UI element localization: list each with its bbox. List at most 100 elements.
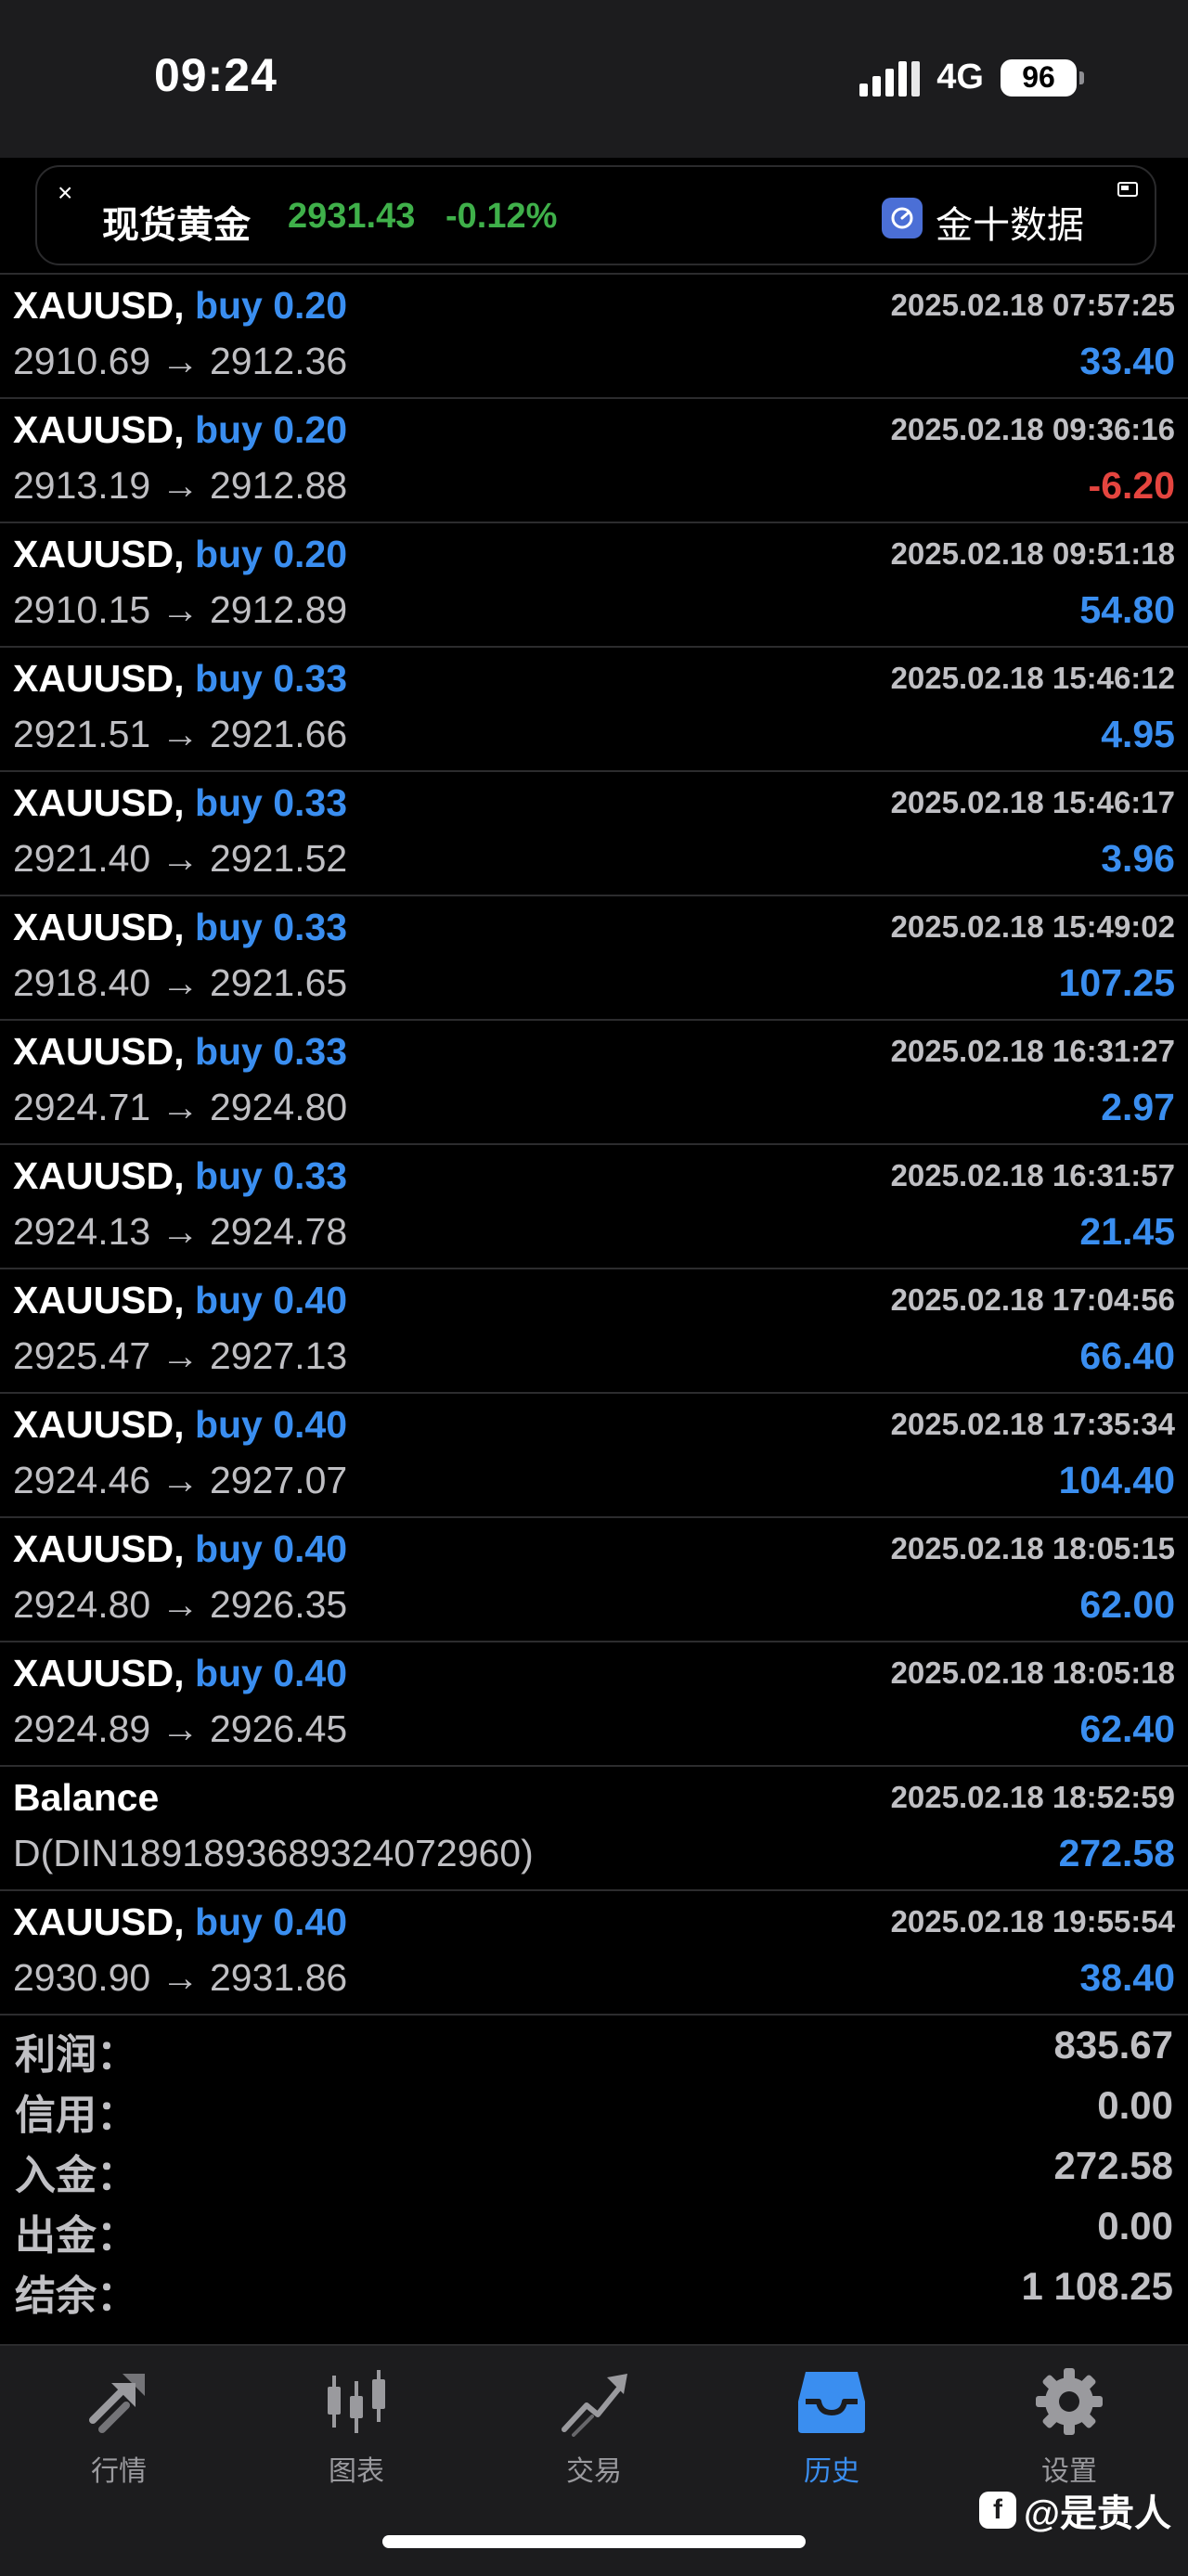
deal-profit: 4.95 [1101,713,1175,755]
deal-symbol: XAUUSD, [13,1154,185,1197]
deal-row[interactable]: Balance 2025.02.18 18:52:59 D(DIN189189368… [0,1767,1188,1891]
deal-side-volume: buy 0.33 [194,657,348,700]
summary-label: 信用： [15,2093,137,2138]
deal-side-volume: buy 0.33 [194,1154,348,1197]
summary-value: 272.58 [1053,2144,1173,2187]
summary-value: 835.67 [1053,2023,1173,2067]
deal-profit: 272.58 [1058,1832,1175,1874]
deal-symbol: XAUUSD, [13,533,185,575]
status-bar: 09:24 4G 96 [0,0,1188,158]
deal-symbol: XAUUSD, [13,1900,185,1943]
deal-side-volume: buy 0.40 [194,1279,348,1321]
account-summary: 利润： 835.67 信用： 0.00 入金： 272.58 出金： 0.00 结余： 1 108… [0,2016,1188,2319]
tab-chart[interactable]: 图表 [282,2363,431,2492]
deal-header: XAUUSD, buy 0.33 [13,1030,347,1074]
deal-row[interactable]: XAUUSD, buy 0.20 2025.02.18 09:51:18 2910.… [0,523,1188,648]
deal-row[interactable]: XAUUSD, buy 0.33 2025.02.18 16:31:57 2924.… [0,1145,1188,1269]
summary-value: 0.00 [1097,2083,1173,2127]
deal-row[interactable]: XAUUSD, buy 0.40 2025.02.18 17:35:34 2924.… [0,1394,1188,1518]
deal-profit: 33.40 [1079,340,1175,382]
deal-prices: 2918.40 → 2921.65 [13,961,348,1004]
deal-row[interactable]: XAUUSD, buy 0.33 2025.02.18 15:46:12 2921.… [0,648,1188,772]
deal-profit: -6.20 [1088,464,1175,507]
summary-label: 结余： [15,2273,137,2319]
deal-symbol: XAUUSD, [13,1030,185,1073]
deal-prices: 2925.47 → 2927.13 [13,1334,348,1377]
deal-row[interactable]: XAUUSD, buy 0.20 2025.02.18 07:57:25 2910.… [0,273,1188,399]
deal-profit: 21.45 [1079,1210,1175,1253]
history-inbox-icon [798,2372,865,2433]
close-icon[interactable]: × [58,180,72,206]
tab-label: 图表 [329,2456,384,2487]
tab-quotes[interactable]: 行情 [45,2363,193,2492]
summary-value: 1 108.25 [1021,2264,1174,2308]
deal-row[interactable]: XAUUSD, buy 0.20 2025.02.18 09:36:16 2913.… [0,399,1188,523]
deal-row[interactable]: XAUUSD, buy 0.40 2025.02.18 17:04:56 2925.… [0,1269,1188,1394]
gold-ticker-banner[interactable]: × 现货黄金 2931.43 -0.12% 金十数据 [35,165,1156,265]
deal-symbol: XAUUSD, [13,1652,185,1694]
deal-time: 2025.02.18 07:57:25 [890,288,1175,322]
deal-side-volume: buy 0.33 [194,906,348,948]
tab-settings[interactable]: 设置 [995,2363,1143,2492]
deal-prices: 2924.80 → 2926.35 [13,1583,348,1626]
deal-profit: 2.97 [1101,1086,1175,1128]
jin10-logo-icon [882,198,923,238]
deal-header: XAUUSD, buy 0.40 [13,1527,347,1571]
expand-icon[interactable] [1117,182,1138,197]
home-indicator[interactable] [382,2535,806,2548]
deal-side-volume: buy 0.40 [194,1403,348,1446]
deal-row[interactable]: XAUUSD, buy 0.40 2025.02.18 18:05:15 2924.… [0,1518,1188,1642]
deal-profit: 66.40 [1079,1334,1175,1377]
status-time: 09:24 [154,49,278,101]
deal-side-volume: buy 0.33 [194,1030,348,1073]
deal-row[interactable]: XAUUSD, buy 0.33 2025.02.18 15:46:17 2921.… [0,772,1188,896]
deal-time: 2025.02.18 09:51:18 [890,536,1175,571]
summary-row: 信用： 0.00 [0,2076,1188,2138]
tab-history[interactable]: 历史 [757,2363,906,2492]
deal-header: XAUUSD, buy 0.40 [13,1279,347,1322]
deal-history-list: XAUUSD, buy 0.20 2025.02.18 07:57:25 2910.… [0,273,1188,2016]
deal-time: 2025.02.18 09:36:16 [890,412,1175,446]
deal-header: XAUUSD, buy 0.33 [13,906,347,949]
ticker-name: 现货黄金 [102,205,251,246]
ticker-change: -0.12% [446,197,558,236]
deal-profit: 38.40 [1079,1956,1175,1999]
deal-symbol: XAUUSD, [13,1279,185,1321]
deal-symbol: XAUUSD, [13,657,185,700]
deal-header: XAUUSD, buy 0.33 [13,1154,347,1198]
deal-profit: 54.80 [1079,588,1175,631]
deal-profit: 62.00 [1079,1583,1175,1626]
deal-time: 2025.02.18 16:31:27 [890,1034,1175,1068]
deal-header: XAUUSD, buy 0.20 [13,284,347,328]
quotes-arrows-icon [89,2374,145,2433]
deal-time: 2025.02.18 19:55:54 [890,1904,1175,1938]
deal-symbol: XAUUSD, [13,1527,185,1570]
deal-symbol: XAUUSD, [13,1403,185,1446]
deal-symbol: Balance [13,1776,160,1819]
deal-prices: D(DIN1891893689324072960) [13,1832,534,1874]
deal-row[interactable]: XAUUSD, buy 0.40 2025.02.18 18:05:18 2924.… [0,1642,1188,1767]
deal-symbol: XAUUSD, [13,284,185,327]
deal-row[interactable]: XAUUSD, buy 0.33 2025.02.18 15:49:02 2918.… [0,896,1188,1021]
deal-time: 2025.02.18 18:52:59 [890,1780,1175,1814]
deal-header: XAUUSD, buy 0.40 [13,1652,347,1695]
deal-row[interactable]: XAUUSD, buy 0.40 2025.02.18 19:55:54 2930.… [0,1891,1188,2016]
battery-tip [1079,71,1084,84]
battery-icon: 96 [1001,58,1084,97]
deal-profit: 62.40 [1079,1707,1175,1750]
deal-header: XAUUSD, buy 0.20 [13,533,347,576]
deal-time: 2025.02.18 15:49:02 [890,909,1175,944]
deal-side-volume: buy 0.40 [194,1900,348,1943]
tab-label: 行情 [91,2456,147,2487]
deal-symbol: XAUUSD, [13,906,185,948]
tab-trade[interactable]: 交易 [520,2363,668,2492]
deal-row[interactable]: XAUUSD, buy 0.33 2025.02.18 16:31:27 2924.… [0,1021,1188,1145]
deal-profit: 104.40 [1058,1459,1175,1501]
deal-side-volume: buy 0.40 [194,1527,348,1570]
deal-symbol: XAUUSD, [13,781,185,824]
deal-prices: 2910.69 → 2912.36 [13,340,348,382]
deal-prices: 2921.51 → 2921.66 [13,713,348,755]
trade-chart-icon [562,2374,627,2437]
deal-side-volume: buy 0.20 [194,533,348,575]
deal-header: XAUUSD, buy 0.20 [13,408,347,452]
